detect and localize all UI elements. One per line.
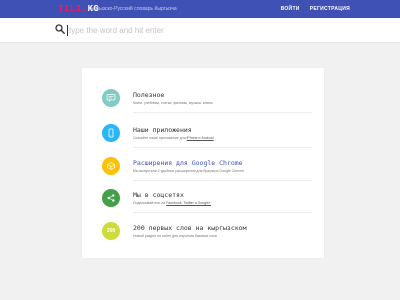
item-title: 200 первых слов на кыргызском bbox=[133, 224, 247, 232]
item-description: Подписывайтесь на Facebook, Twitter и Go… bbox=[133, 201, 211, 205]
divider bbox=[133, 112, 312, 113]
badge-text: 200 bbox=[106, 228, 116, 234]
list-item-first-words[interactable]: 200 200 первых слов на кыргызском Новый … bbox=[102, 221, 312, 247]
item-title: Расширения для Google Chrome bbox=[133, 159, 243, 167]
item-title: Полезное bbox=[133, 91, 165, 99]
item-description: Скачайте наше приложение для iPhone и An… bbox=[133, 136, 214, 140]
list-item-social[interactable]: Мы в соцсетях Подписывайтесь на Facebook… bbox=[102, 188, 312, 214]
apps-link[interactable]: iPhone и Android bbox=[187, 136, 214, 140]
search-input[interactable] bbox=[69, 23, 349, 37]
share-icon bbox=[102, 189, 120, 207]
divider bbox=[133, 180, 312, 181]
site-subtitle: Кыргызско-Русский словарь Кыргызча bbox=[88, 6, 177, 12]
logo-text-main: TILI bbox=[58, 4, 82, 14]
search-icon[interactable] bbox=[55, 24, 65, 34]
search-bar bbox=[0, 18, 400, 43]
list-item-chrome[interactable]: Расширения для Google Chrome Мы выпустил… bbox=[102, 156, 312, 182]
item-description: Книги, учебники, статьи, фильмы, музыка,… bbox=[133, 101, 213, 105]
item-title: Мы в соцсетях bbox=[133, 191, 184, 199]
badge-200-icon: 200 bbox=[102, 222, 120, 240]
divider bbox=[133, 147, 312, 148]
social-links[interactable]: Facebook, Twitter и Google+ bbox=[166, 201, 211, 205]
smartphone-icon bbox=[102, 124, 120, 142]
chat-icon bbox=[102, 89, 120, 107]
text-cursor bbox=[67, 25, 68, 36]
top-navigation-bar: TILI.KG Кыргызско-Русский словарь Кыргыз… bbox=[0, 0, 400, 18]
auth-actions: ВОЙТИ РЕГИСТРАЦИЯ bbox=[281, 6, 350, 12]
divider bbox=[133, 212, 312, 213]
item-description: Мы выпустили 2 удобных расширения для бр… bbox=[133, 169, 245, 173]
item-title: Наши приложения bbox=[133, 126, 192, 134]
list-item-apps[interactable]: Наши приложения Скачайте наше приложение… bbox=[102, 123, 312, 149]
features-card: Полезное Книги, учебники, статьи, фильмы… bbox=[82, 68, 324, 258]
chrome-icon bbox=[102, 157, 120, 175]
register-link[interactable]: РЕГИСТРАЦИЯ bbox=[310, 6, 350, 12]
login-link[interactable]: ВОЙТИ bbox=[281, 6, 300, 12]
list-item-useful[interactable]: Полезное Книги, учебники, статьи, фильмы… bbox=[102, 88, 312, 114]
item-description: Новый раздел на сайте для изучения базов… bbox=[133, 234, 217, 238]
